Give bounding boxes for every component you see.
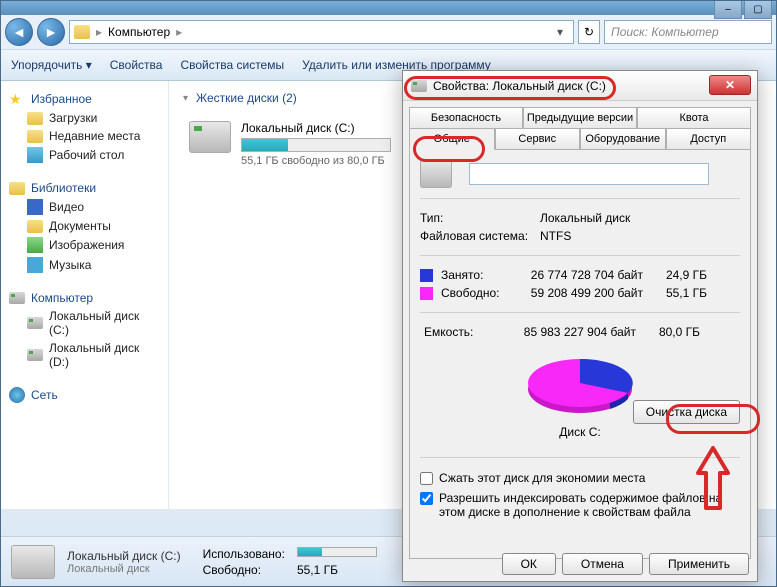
fs-label: Файловая система: <box>420 229 540 243</box>
tab-strip: Безопасность Предыдущие версии Квота Общ… <box>409 107 751 149</box>
ok-button[interactable]: ОК <box>502 553 556 575</box>
sidebar: ★ Избранное Загрузки Недавние места Рабоч… <box>1 81 169 509</box>
titlebar <box>1 1 776 15</box>
disk-name: Локальный диск (C:) <box>241 121 407 135</box>
disk-icon <box>189 121 231 153</box>
tab-hardware[interactable]: Оборудование <box>580 128 666 150</box>
network-icon <box>9 387 25 403</box>
type-value: Локальный диск <box>540 211 630 225</box>
folder-icon <box>27 112 43 125</box>
disk-usage-bar <box>241 138 391 152</box>
status-usage-bar <box>297 547 377 557</box>
fs-value: NTFS <box>540 229 571 243</box>
dialog-buttons: ОК Отмена Применить <box>502 553 749 575</box>
tab-security[interactable]: Безопасность <box>409 107 523 129</box>
free-color-swatch <box>420 287 433 300</box>
computer-icon <box>9 292 25 304</box>
minimize-button[interactable]: – <box>714 1 742 19</box>
used-label: Занято: <box>441 268 517 282</box>
maximize-button[interactable]: ▢ <box>744 1 772 19</box>
disk-icon <box>420 160 452 188</box>
capacity-label: Емкость: <box>420 325 510 339</box>
sidebar-item-downloads[interactable]: Загрузки <box>5 109 164 127</box>
used-bytes: 26 774 728 704 байт <box>517 268 657 282</box>
sidebar-item-pictures[interactable]: Изображения <box>5 235 164 255</box>
disk-entry-c[interactable]: Локальный диск (C:) 55,1 ГБ свободно из … <box>183 115 413 173</box>
video-icon <box>27 199 43 215</box>
address-dropdown[interactable]: ▾ <box>551 25 569 39</box>
apply-button[interactable]: Применить <box>649 553 749 575</box>
address-bar[interactable]: ▸ Компьютер ▸ ▾ <box>69 20 574 44</box>
status-free-label: Свободно: <box>203 563 285 577</box>
free-gb: 55,1 ГБ <box>657 286 707 300</box>
status-type: Локальный диск <box>67 563 181 575</box>
sidebar-item-disk-c[interactable]: Локальный диск (C:) <box>5 307 164 339</box>
tab-previous-versions[interactable]: Предыдущие версии <box>523 107 637 129</box>
libraries-icon <box>9 182 25 195</box>
breadcrumb-arrow: ▸ <box>96 25 102 39</box>
pictures-icon <box>27 237 43 253</box>
libraries-label: Библиотеки <box>31 181 96 195</box>
breadcrumb-location[interactable]: Компьютер <box>108 25 170 39</box>
disk-free-text: 55,1 ГБ свободно из 80,0 ГБ <box>241 155 407 167</box>
tab-sharing[interactable]: Доступ <box>666 128 752 150</box>
network-header[interactable]: Сеть <box>5 385 164 405</box>
back-button[interactable]: ◄ <box>5 18 33 46</box>
tab-general[interactable]: Общие <box>409 128 495 150</box>
sidebar-item-video[interactable]: Видео <box>5 197 164 217</box>
capacity-gb: 80,0 ГБ <box>650 325 700 339</box>
free-label: Свободно: <box>441 286 517 300</box>
pie-label: Диск C: <box>420 425 740 439</box>
cancel-button[interactable]: Отмена <box>562 553 643 575</box>
status-used-label: Использовано: <box>203 547 285 561</box>
breadcrumb-arrow: ▸ <box>176 25 182 39</box>
refresh-button[interactable]: ↻ <box>578 20 600 44</box>
sidebar-item-documents[interactable]: Документы <box>5 217 164 235</box>
properties-button[interactable]: Свойства <box>110 58 163 72</box>
star-icon: ★ <box>9 91 25 107</box>
disk-icon <box>27 317 43 329</box>
status-free-val: 55,1 ГБ <box>297 563 377 577</box>
favorites-label: Избранное <box>31 92 92 106</box>
desktop-icon <box>27 147 43 163</box>
computer-icon <box>74 25 90 39</box>
folder-icon <box>27 130 43 143</box>
libraries-header[interactable]: Библиотеки <box>5 179 164 197</box>
disk-cleanup-button[interactable]: Очистка диска <box>633 400 740 424</box>
nav-bar: ◄ ► ▸ Компьютер ▸ ▾ ↻ Поиск: Компьютер <box>1 15 776 49</box>
sidebar-item-music[interactable]: Музыка <box>5 255 164 275</box>
music-icon <box>27 257 43 273</box>
annotation-arrow <box>688 438 738 518</box>
status-disk-icon <box>11 545 55 579</box>
organize-menu[interactable]: Упорядочить ▾ <box>11 58 92 72</box>
window-controls: – ▢ <box>714 1 772 19</box>
usage-pie-chart <box>520 349 640 421</box>
computer-header[interactable]: Компьютер <box>5 289 164 307</box>
forward-button[interactable]: ► <box>37 18 65 46</box>
search-input[interactable]: Поиск: Компьютер <box>604 20 772 44</box>
used-color-swatch <box>420 269 433 282</box>
dialog-titlebar[interactable]: Свойства: Локальный диск (C:) ✕ <box>403 71 757 101</box>
sidebar-item-recent[interactable]: Недавние места <box>5 127 164 145</box>
disk-label-input[interactable] <box>469 163 709 185</box>
sidebar-item-desktop[interactable]: Рабочий стол <box>5 145 164 165</box>
network-label: Сеть <box>31 388 58 402</box>
system-properties-button[interactable]: Свойства системы <box>180 58 284 72</box>
favorites-header[interactable]: ★ Избранное <box>5 89 164 109</box>
tab-tools[interactable]: Сервис <box>495 128 581 150</box>
capacity-bytes: 85 983 227 904 байт <box>510 325 650 339</box>
documents-icon <box>27 220 43 233</box>
dialog-title: Свойства: Локальный диск (C:) <box>433 79 749 93</box>
type-label: Тип: <box>420 211 540 225</box>
disk-icon <box>411 80 427 92</box>
free-bytes: 59 208 499 200 байт <box>517 286 657 300</box>
tab-quota[interactable]: Квота <box>637 107 751 129</box>
disk-icon <box>27 349 43 361</box>
status-title: Локальный диск (C:) <box>67 549 181 563</box>
computer-label: Компьютер <box>31 291 93 305</box>
close-button[interactable]: ✕ <box>709 75 751 95</box>
used-gb: 24,9 ГБ <box>657 268 707 282</box>
sidebar-item-disk-d[interactable]: Локальный диск (D:) <box>5 339 164 371</box>
